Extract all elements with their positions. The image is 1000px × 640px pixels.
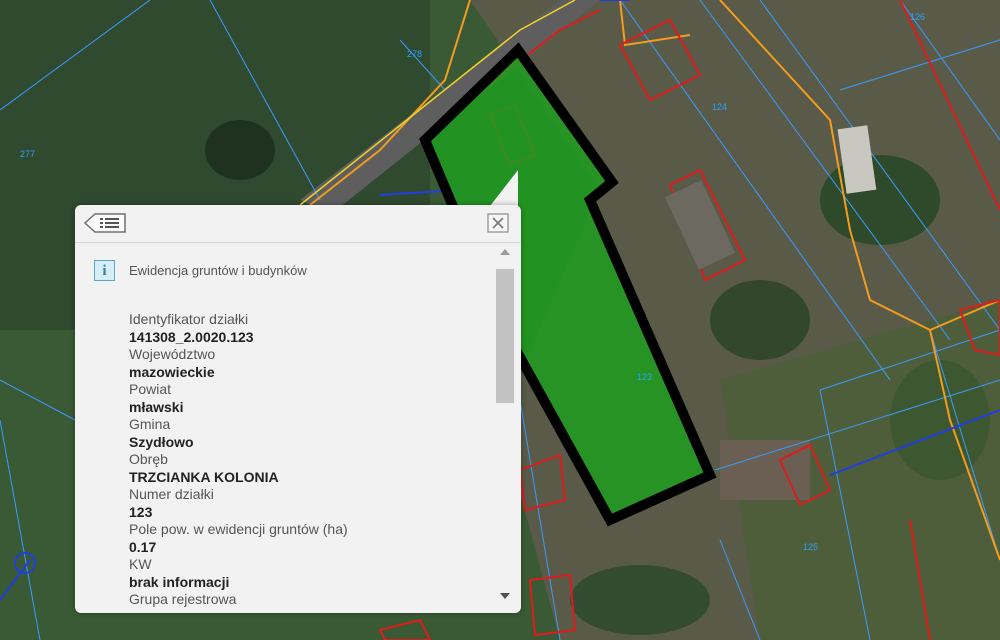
scrollbar-thumb[interactable] [496, 269, 514, 403]
popup-header [75, 205, 521, 243]
parcel-label: 278 [407, 49, 422, 59]
field-value-county: mławski [129, 398, 184, 415]
parcel-label: 125 [803, 542, 818, 552]
scroll-down-icon[interactable] [500, 593, 510, 599]
tree-cluster [205, 120, 275, 180]
popup-scrollbar[interactable] [495, 243, 515, 611]
field-value-commune: Szydłowo [129, 433, 194, 450]
field-value-kw: brak informacji [129, 573, 230, 590]
layer-title: Ewidencja gruntów i budynków [129, 263, 307, 278]
bare-ground [720, 440, 810, 500]
tree-cluster [710, 280, 810, 360]
attribute-list: Identyfikator działki 141308_2.0020.123 … [129, 311, 479, 611]
field-value-precinct: TRZCIANKA KOLONIA [129, 468, 279, 485]
field-label-parcel-number: Numer działki [129, 486, 214, 502]
field-label-identifier: Identyfikator działki [129, 311, 249, 327]
field-value-area: 0.17 [129, 538, 157, 555]
field-label-area: Pole pow. w ewidencji gruntów (ha) [129, 521, 348, 537]
close-icon[interactable] [487, 213, 509, 233]
field-value-identifier: 141308_2.0020.123 [129, 328, 254, 345]
parcel-label: 277 [20, 149, 35, 159]
field-label-kw: KW [129, 556, 152, 572]
field-label-precinct: Obręb [129, 451, 168, 467]
feature-info-popup: i Ewidencja gruntów i budynków Identyfik… [75, 205, 521, 613]
parcel-label: 123 [637, 372, 652, 382]
info-icon: i [94, 260, 115, 281]
field-value-voivodeship: mazowieckie [129, 363, 215, 380]
popup-pointer [490, 170, 518, 206]
popup-body: i Ewidencja gruntów i budynków Identyfik… [75, 243, 495, 611]
field-label-commune: Gmina [129, 416, 171, 432]
list-back-icon[interactable] [83, 212, 127, 234]
field-value-register-group: 7 [129, 609, 479, 612]
field-label-county: Powiat [129, 381, 172, 397]
layer-row: i Ewidencja gruntów i budynków [94, 260, 474, 284]
field-label-voivodeship: Województwo [129, 346, 216, 362]
parcel-label: 126 [910, 12, 925, 22]
field-value-parcel-number: 123 [129, 503, 153, 520]
scroll-up-icon[interactable] [500, 249, 510, 255]
tree-cluster [570, 565, 710, 635]
parcel-label: 124 [712, 102, 727, 112]
field-label-register-group: Grupa rejestrowa [129, 591, 237, 607]
